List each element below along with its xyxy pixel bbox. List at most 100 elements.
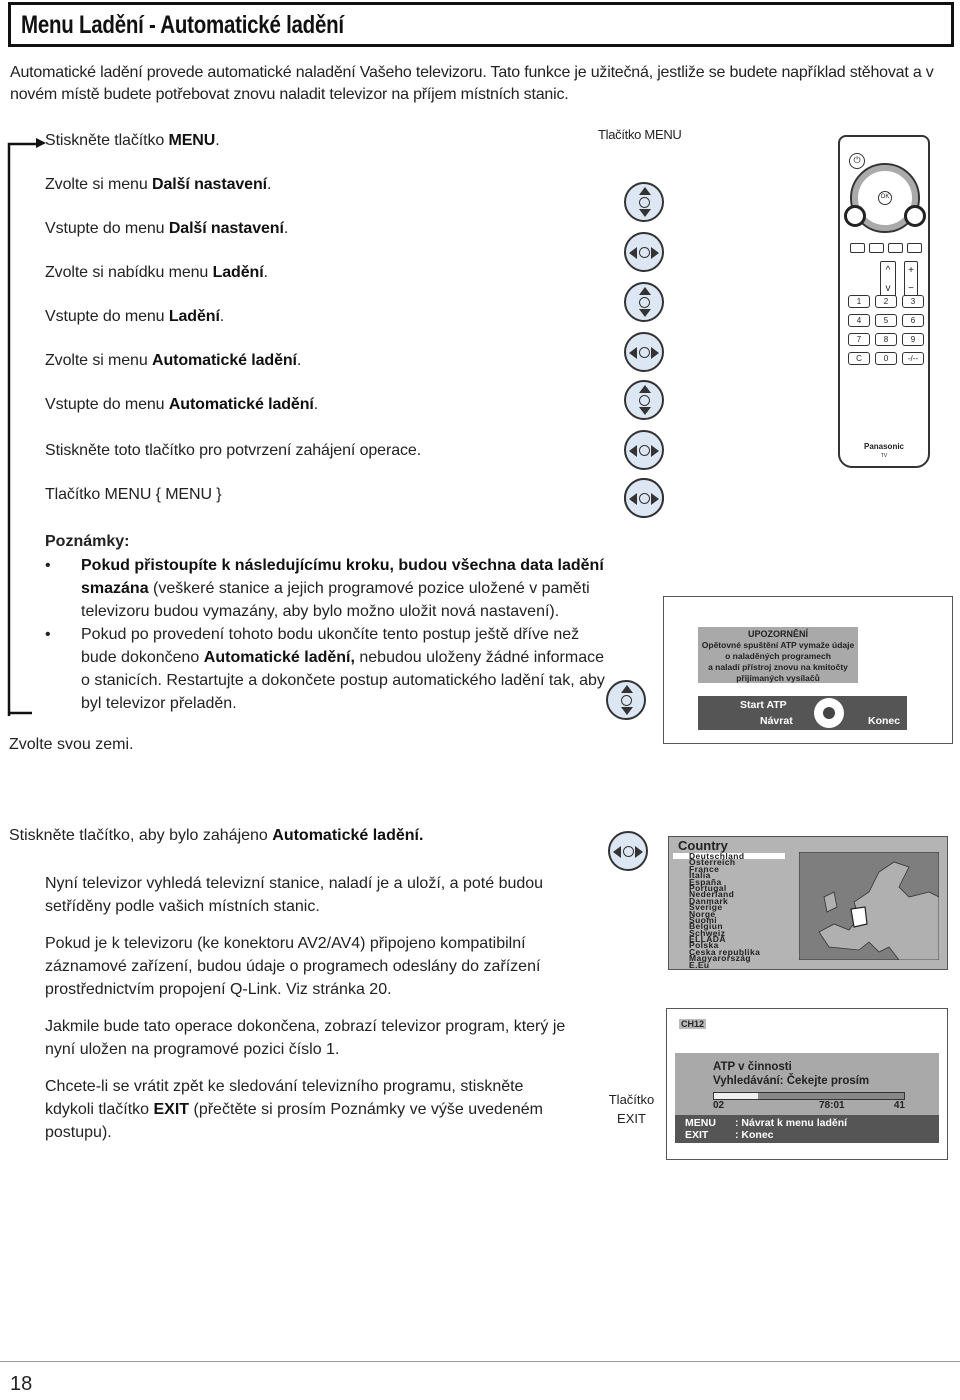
paragraph: Chcete-li se vrátit zpět ke sledování te…: [45, 1075, 575, 1144]
page-number: 18: [10, 1373, 33, 1395]
warning-controls: Start ATP Návrat Konec: [698, 696, 907, 730]
exit-button[interactable]: [904, 205, 926, 227]
remote-key[interactable]: C: [848, 352, 870, 365]
step-text: Zvolte si menu: [45, 176, 152, 193]
step-text: Vstupte do menu: [45, 396, 169, 413]
warning-line: Opětovné spuštění ATP vymaže údaje: [701, 640, 855, 650]
menu-action: Návrat k menu ladění: [741, 1117, 848, 1129]
exit-key: EXIT: [685, 1129, 709, 1141]
progress-end: 41: [893, 1100, 905, 1111]
remote-key[interactable]: 2: [875, 295, 897, 308]
step-bold: Automatické ladění: [168, 396, 314, 413]
remote-key[interactable]: 3: [902, 295, 924, 308]
remote-key[interactable]: 7: [848, 333, 870, 346]
start-atp-label: Start ATP: [740, 699, 787, 711]
atp-status: ATP v činnosti Vyhledávání: Čekejte prosí…: [675, 1053, 939, 1143]
progress-time: 78:01: [819, 1100, 845, 1111]
warning-box: UPOZORNĚNÍ Opětovné spuštění ATP vymaže …: [698, 627, 858, 683]
remote-key[interactable]: 9: [902, 333, 924, 346]
step-text: Stiskněte tlačítko: [45, 132, 169, 149]
step-end: .: [283, 220, 289, 237]
step-text: Vstupte do menu: [45, 220, 169, 237]
exit-label-2: EXIT: [617, 1111, 646, 1126]
step-bold: Ladění: [212, 264, 264, 281]
sep: :: [735, 1129, 739, 1141]
nav-pad-icon: [814, 698, 844, 728]
color-keys: [850, 243, 922, 253]
remote-control: ⏻ OK ^ v + − 1 2 3 4 5 6 7 8 9 C 0 -/-- Panasonic TV: [838, 135, 930, 468]
warning-title: UPOZORNĚNÍ: [747, 629, 808, 639]
step-text: Vstupte do menu: [45, 308, 169, 325]
remote-key[interactable]: 5: [875, 314, 897, 327]
menu-button[interactable]: [844, 205, 866, 227]
remote-key[interactable]: 4: [848, 314, 870, 327]
warning-line: a naladí přístroj znovu na kmitočty: [708, 662, 848, 672]
paragraph: Pokud je k televizoru (ke konektoru AV2/…: [45, 935, 541, 998]
step-9: Tlačítko MENU { MENU }: [45, 486, 222, 504]
step-bold: Ladění: [168, 308, 220, 325]
notes-heading: Poznámky:: [45, 533, 130, 550]
up-down-nav-icon: [624, 380, 664, 420]
footer-divider: [0, 1361, 960, 1362]
warning-line: přijímaných vysílačů: [736, 673, 820, 683]
choose-country-text: Zvolte svou zemi.: [9, 736, 134, 753]
brand-logo: Panasonic: [863, 442, 904, 451]
up-down-nav-icon: [624, 282, 664, 322]
note-item: Pokud po provedení tohoto bodu ukončíte …: [45, 623, 605, 715]
step-6: Zvolte si menu Automatické ladění.: [45, 352, 301, 370]
step-bold: Další nastavení: [168, 220, 284, 237]
paragraph: Nyní televizor vyhledá televizní stanice…: [45, 875, 544, 915]
ok-button[interactable]: OK: [878, 191, 892, 205]
step-5: Vstupte do menu Ladění.: [45, 308, 224, 326]
back-label: Návrat: [760, 715, 793, 727]
remote-key[interactable]: 6: [902, 314, 924, 327]
remote-key[interactable]: 1: [848, 295, 870, 308]
exit-button-label: Tlačítko EXIT: [604, 1090, 659, 1128]
step-end: .: [219, 308, 225, 325]
channel-rocker[interactable]: ^ v: [880, 261, 896, 299]
atp-progress-bar: [713, 1092, 905, 1100]
up-down-nav-icon: [624, 182, 664, 222]
atp-key-legend: MENU: Návrat k menu ladění EXIT: Konec: [675, 1115, 939, 1143]
channel-badge: CH12: [679, 1019, 707, 1029]
step-end: .: [296, 352, 302, 369]
intro-text: Automatické ladění provede automatické n…: [10, 64, 934, 103]
warning-line: o naladěných programech: [725, 651, 831, 661]
left-right-nav-icon: [624, 232, 664, 272]
start-instruction: Stiskněte tlačítko, aby bylo zahájeno Au…: [9, 827, 423, 845]
step-7: Vstupte do menu Automatické ladění.: [45, 396, 318, 414]
country-menu: Country Deutschland Österreich France Itali…: [668, 836, 948, 970]
power-icon[interactable]: ⏻: [849, 153, 865, 169]
exit-label: Konec: [868, 715, 901, 727]
remote-key[interactable]: 8: [875, 333, 897, 346]
step-3: Vstupte do menu Další nastavení.: [45, 220, 288, 238]
exit-action: Konec: [741, 1129, 774, 1141]
warning-screen: UPOZORNĚNÍ Opětovné spuštění ATP vymaže …: [663, 596, 953, 744]
exit-label-1: Tlačítko: [608, 1092, 655, 1107]
europe-map: [799, 852, 939, 960]
step-8: Stiskněte toto tlačítko pro potvrzení za…: [45, 442, 421, 460]
paragraph: Jakmile bude tato operace dokončena, zob…: [45, 1018, 566, 1058]
step-text: Stiskněte toto tlačítko pro potvrzení za…: [45, 442, 422, 459]
atp-screen: CH12 ATP v činnosti Vyhledávání: Čekejte …: [666, 1008, 948, 1160]
remote-key[interactable]: 0: [875, 352, 897, 365]
step-text: Tlačítko MENU { MENU }: [45, 486, 222, 503]
step-bold: Automatické ladění: [152, 352, 297, 369]
step-text: Zvolte si menu: [45, 352, 152, 369]
germany-highlight: [850, 906, 868, 928]
atp-line1: ATP v činnosti: [713, 1061, 792, 1073]
brand-sub: TV: [880, 453, 888, 459]
menu-key: MENU: [685, 1117, 716, 1129]
note-bold: Automatické ladění,: [203, 649, 355, 666]
step-1: Stiskněte tlačítko MENU.: [45, 132, 220, 150]
left-right-nav-icon: [624, 430, 664, 470]
step-2: Zvolte si menu Další nastavení.: [45, 176, 271, 194]
menu-button-label: Tlačítko MENU: [598, 127, 682, 142]
flow-bracket: [7, 138, 46, 716]
step-end: .: [215, 132, 220, 149]
left-right-nav-icon: [624, 332, 664, 372]
remote-key[interactable]: -/--: [902, 352, 924, 365]
step-end: .: [263, 264, 268, 281]
step-4: Zvolte si nabídku menu Ladění.: [45, 264, 268, 282]
volume-rocker[interactable]: + −: [904, 261, 918, 299]
